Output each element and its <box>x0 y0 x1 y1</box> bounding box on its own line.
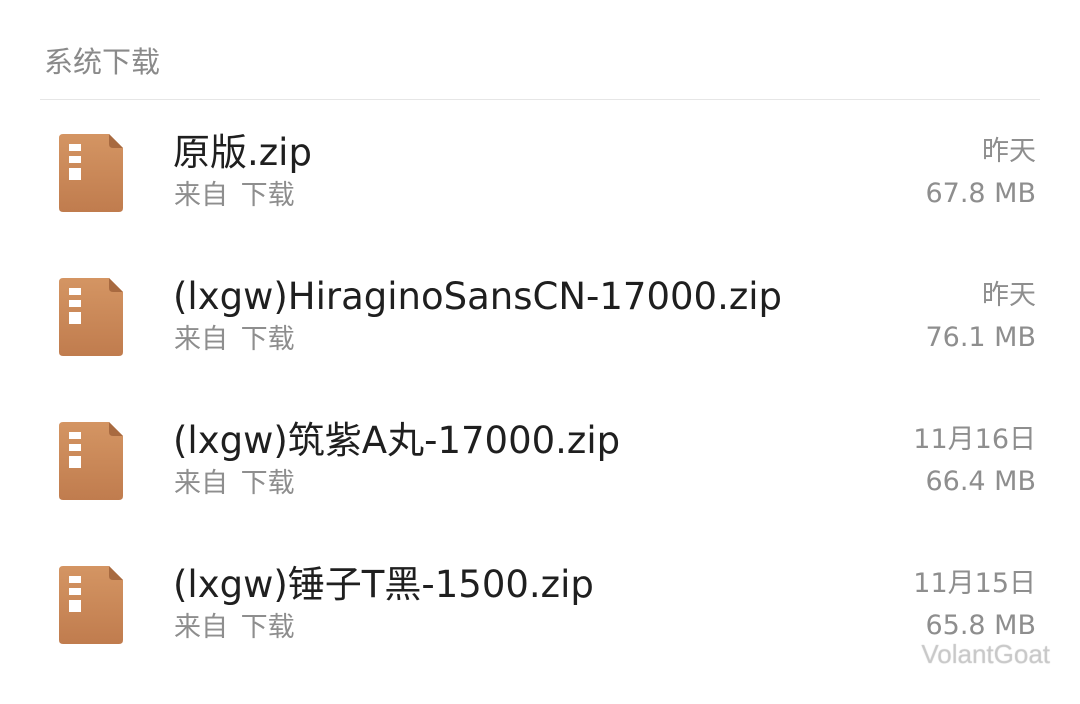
file-date: 昨天 <box>982 136 1036 167</box>
download-manager-page: 系统下载 原版.zip 来自 下载 昨天 67.8 MB (lxgw)Hirag… <box>0 0 1080 704</box>
archive-file-icon <box>59 422 123 500</box>
file-source: 来自 下载 <box>174 612 295 643</box>
file-row[interactable]: 原版.zip 来自 下载 昨天 67.8 MB <box>0 100 1080 244</box>
file-source: 来自 下载 <box>174 468 295 499</box>
file-row[interactable]: (lxgw)筑紫A丸-17000.zip 来自 下载 11月16日 66.4 M… <box>0 388 1080 532</box>
file-date: 昨天 <box>982 280 1036 311</box>
file-name: (lxgw)锤子T黑-1500.zip <box>173 563 594 606</box>
file-row[interactable]: (lxgw)HiraginoSansCN-17000.zip 来自 下载 昨天 … <box>0 244 1080 388</box>
file-name: (lxgw)HiraginoSansCN-17000.zip <box>173 275 783 318</box>
file-date: 11月16日 <box>913 424 1036 455</box>
file-size: 66.4 MB <box>925 466 1036 497</box>
section-header-system-downloads: 系统下载 <box>44 45 161 79</box>
watermark: VolantGoat <box>921 639 1050 669</box>
archive-file-icon <box>59 566 123 644</box>
file-size: 76.1 MB <box>925 322 1036 353</box>
file-name: (lxgw)筑紫A丸-17000.zip <box>173 419 621 462</box>
archive-file-icon <box>59 278 123 356</box>
archive-file-icon <box>59 134 123 212</box>
file-date: 11月15日 <box>913 568 1036 599</box>
file-name: 原版.zip <box>173 131 312 174</box>
file-source: 来自 下载 <box>174 324 295 355</box>
file-source: 来自 下载 <box>174 180 295 211</box>
file-size: 67.8 MB <box>925 178 1036 209</box>
file-row[interactable]: (lxgw)锤子T黑-1500.zip 来自 下载 11月15日 65.8 MB <box>0 532 1080 676</box>
